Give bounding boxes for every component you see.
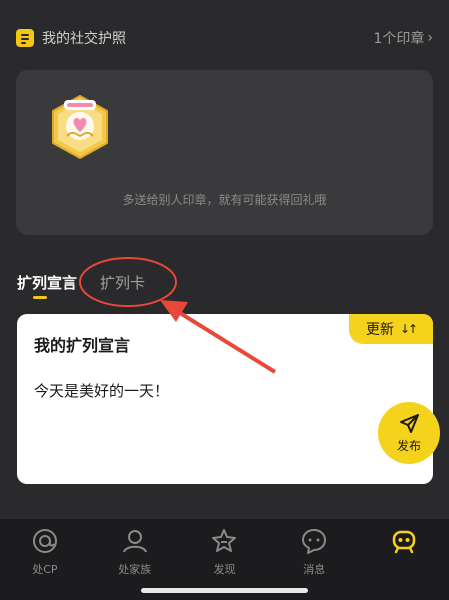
update-label: 更新 <box>365 322 394 338</box>
passport-header: 我的社交护照 1个印章 › <box>16 24 433 52</box>
passport-title: 我的社交护照 <box>42 31 126 47</box>
update-button[interactable]: 更新 ↓↑ <box>349 314 433 344</box>
home-indicator <box>141 588 308 593</box>
sort-icon: ↓↑ <box>399 322 418 336</box>
nav-item-cp[interactable]: 处CP <box>0 519 90 600</box>
at-icon <box>32 529 57 553</box>
stamp-count-link[interactable]: 1个印章 › <box>373 28 433 48</box>
send-icon <box>400 413 419 433</box>
stamp-card: 多送给别人印章，就有可能获得回礼哦 <box>16 70 433 235</box>
people-icon <box>122 530 147 553</box>
publish-button[interactable]: 发布 <box>378 402 440 464</box>
chat-icon <box>302 529 327 554</box>
nav-label-cp: 处CP <box>32 563 58 576</box>
nav-label-messages: 消息 <box>303 563 326 576</box>
tab-active-indicator <box>33 296 47 299</box>
declaration-title: 我的扩列宣言 <box>34 336 131 355</box>
screen: 我的社交护照 1个印章 › 多送给别人印章，就有可能获得回礼哦 扩列宣言 扩列卡… <box>0 0 449 600</box>
chevron-right-icon: › <box>427 30 433 46</box>
declaration-card: 我的扩列宣言 更新 ↓↑ 今天是美好的一天！ <box>17 314 433 484</box>
profile-face-icon <box>392 530 416 554</box>
nav-label-family: 处家族 <box>118 563 152 576</box>
stamp-badge-icon[interactable] <box>50 94 110 160</box>
stamp-hint: 多送给别人印章，就有可能获得回礼哦 <box>122 193 327 207</box>
star-icon <box>212 529 237 552</box>
publish-label: 发布 <box>396 438 421 453</box>
nav-item-profile[interactable] <box>359 519 449 600</box>
nav-label-discover: 发现 <box>213 563 236 576</box>
declaration-text: 今天是美好的一天！ <box>34 382 170 400</box>
stamp-count-label: 1个印章 <box>373 31 425 47</box>
passport-icon <box>16 29 34 47</box>
tab-declaration[interactable]: 扩列宣言 <box>17 272 77 293</box>
tab-card[interactable]: 扩列卡 <box>100 272 145 293</box>
